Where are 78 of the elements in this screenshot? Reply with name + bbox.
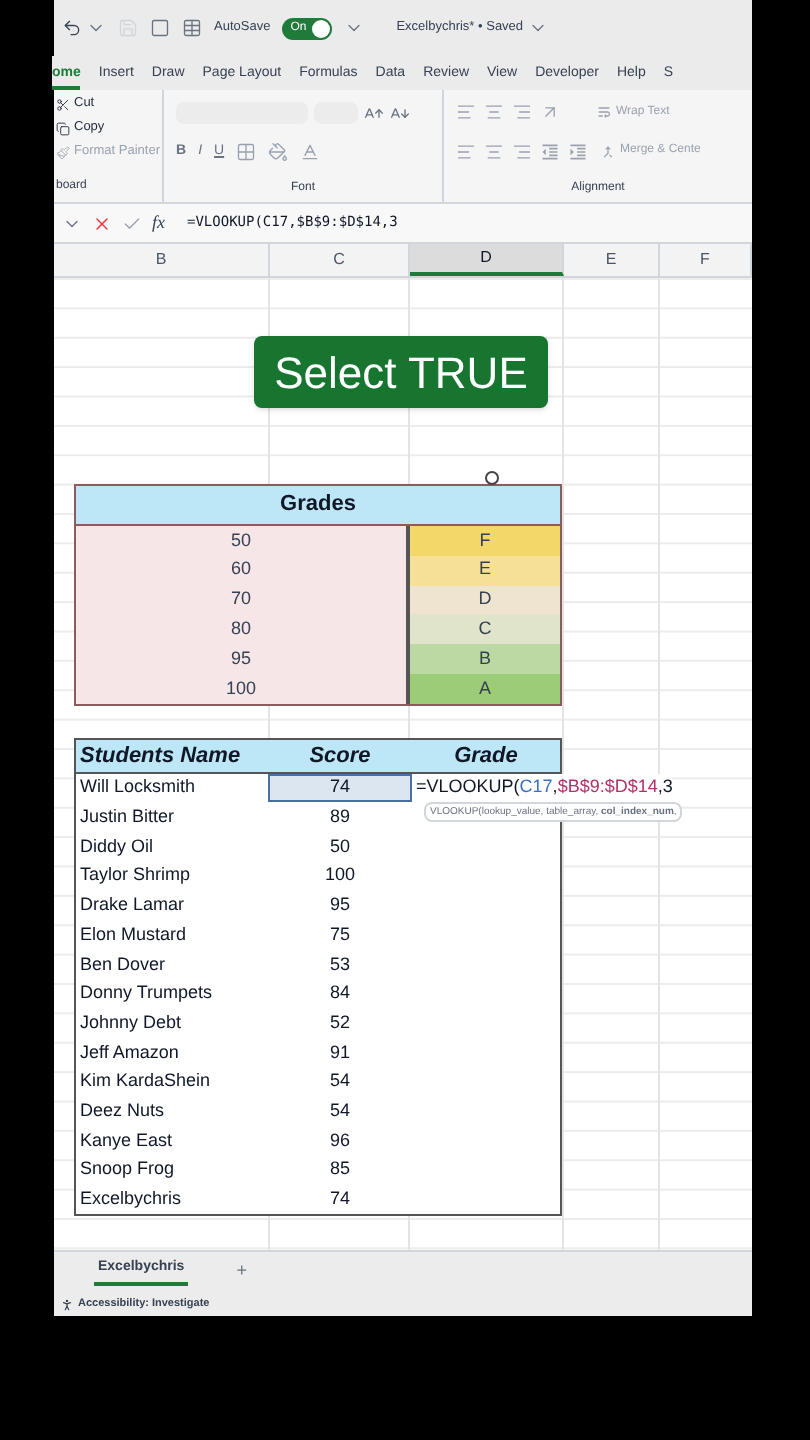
- align-center-icon[interactable]: [484, 141, 504, 161]
- table-cell-text: Taylor Shrimp: [78, 862, 193, 889]
- table-cell: D: [410, 585, 560, 615]
- indent-decrease-icon[interactable]: [540, 141, 560, 161]
- scissors-icon: [56, 98, 70, 112]
- save-icon[interactable]: [118, 18, 138, 38]
- table-header: Grades: [76, 486, 560, 526]
- table-cell[interactable]: 75: [268, 920, 412, 950]
- align-right-icon[interactable]: [512, 141, 532, 161]
- borders-icon[interactable]: [236, 142, 257, 162]
- table-cell[interactable]: 96: [268, 1126, 412, 1156]
- orientation-icon[interactable]: [540, 102, 560, 122]
- copy-icon: [56, 122, 70, 136]
- window-icon[interactable]: [150, 18, 170, 38]
- accessibility-icon: [60, 1297, 74, 1311]
- table-cell-text: Snoop Frog: [78, 1156, 177, 1183]
- table-cell: F: [410, 526, 560, 556]
- table-cell: 70: [76, 585, 410, 615]
- table-cell[interactable]: 100: [268, 861, 412, 892]
- table-cell[interactable]: 89: [268, 802, 412, 833]
- table-cell: 50: [76, 526, 410, 556]
- table-cell[interactable]: 91: [268, 1037, 412, 1068]
- table-cell: 60: [76, 555, 410, 586]
- table-icon[interactable]: [182, 18, 202, 38]
- fill-color-icon[interactable]: [268, 142, 289, 162]
- table-cell[interactable]: 54: [268, 1067, 412, 1097]
- formula-edit[interactable]: =VLOOKUP(C17,$B$9:$D$14,3: [416, 774, 673, 802]
- table-cell: B: [410, 644, 560, 674]
- font-color-icon[interactable]: [300, 142, 321, 162]
- table-cell-text: Kanye East: [78, 1127, 175, 1154]
- table-cell-text: Donny Trumpets: [78, 980, 215, 1007]
- table-cell-text: Ben Dover: [78, 951, 168, 977]
- column-header[interactable]: B: [54, 244, 270, 276]
- table-cell[interactable]: 54: [268, 1096, 412, 1127]
- enter-icon[interactable]: [122, 213, 142, 233]
- column-header[interactable]: F: [660, 244, 752, 276]
- merge-icon: [600, 143, 616, 159]
- table-cell-text: Diddy Oil: [78, 833, 156, 860]
- table-cell[interactable]: 84: [268, 979, 412, 1009]
- column-title: Score: [307, 741, 373, 772]
- table-cell[interactable]: 95: [268, 891, 412, 921]
- table-cell[interactable]: 74: [268, 773, 412, 803]
- table-cell-text: Deez Nuts: [78, 1097, 167, 1124]
- table-cell-text: Elon Mustard: [78, 921, 189, 948]
- table-cell-text: Justin Bitter: [78, 804, 177, 831]
- wrap-text-icon: [596, 104, 612, 120]
- table-cell: C: [410, 614, 560, 645]
- font-shrink-icon[interactable]: [390, 103, 410, 123]
- table-cell: 95: [76, 644, 410, 674]
- undo-icon[interactable]: [62, 18, 82, 38]
- toggle-knob: [312, 19, 331, 37]
- column-title: Grade: [452, 741, 520, 772]
- table-cell-text: Jeff Amazon: [78, 1039, 181, 1066]
- column-header[interactable]: D: [410, 244, 564, 276]
- table-cell-text: Drake Lamar: [78, 892, 187, 919]
- table-cell: 80: [76, 614, 410, 645]
- table-cell[interactable]: 52: [268, 1008, 412, 1038]
- font-grow-icon[interactable]: [364, 103, 384, 123]
- table-cell-text: Kim KardaShein: [78, 1068, 213, 1095]
- function-button[interactable]: fx: [152, 209, 165, 237]
- table-cell-text: Excelbychris: [78, 1186, 184, 1212]
- indent-increase-icon[interactable]: [568, 141, 588, 161]
- select-true-button[interactable]: Select TRUE: [254, 336, 548, 408]
- table-cell-text: Johnny Debt: [78, 1009, 184, 1036]
- table-cell[interactable]: 74: [268, 1184, 412, 1215]
- table-cell: 100: [76, 673, 410, 704]
- column-header[interactable]: E: [564, 244, 660, 276]
- table-cell: A: [410, 673, 560, 704]
- paintbrush-icon: [56, 146, 70, 160]
- column-title: Students Name: [78, 741, 243, 772]
- add-sheet-button[interactable]: +: [236, 1258, 247, 1286]
- table-cell[interactable]: 85: [268, 1155, 412, 1185]
- cancel-icon[interactable]: [92, 213, 112, 233]
- table-cell[interactable]: 53: [268, 949, 412, 980]
- table-cell[interactable]: 50: [268, 832, 412, 862]
- table-cell: E: [410, 555, 560, 586]
- table-cell-text: Will Locksmith: [78, 774, 198, 801]
- align-left-icon[interactable]: [456, 141, 476, 161]
